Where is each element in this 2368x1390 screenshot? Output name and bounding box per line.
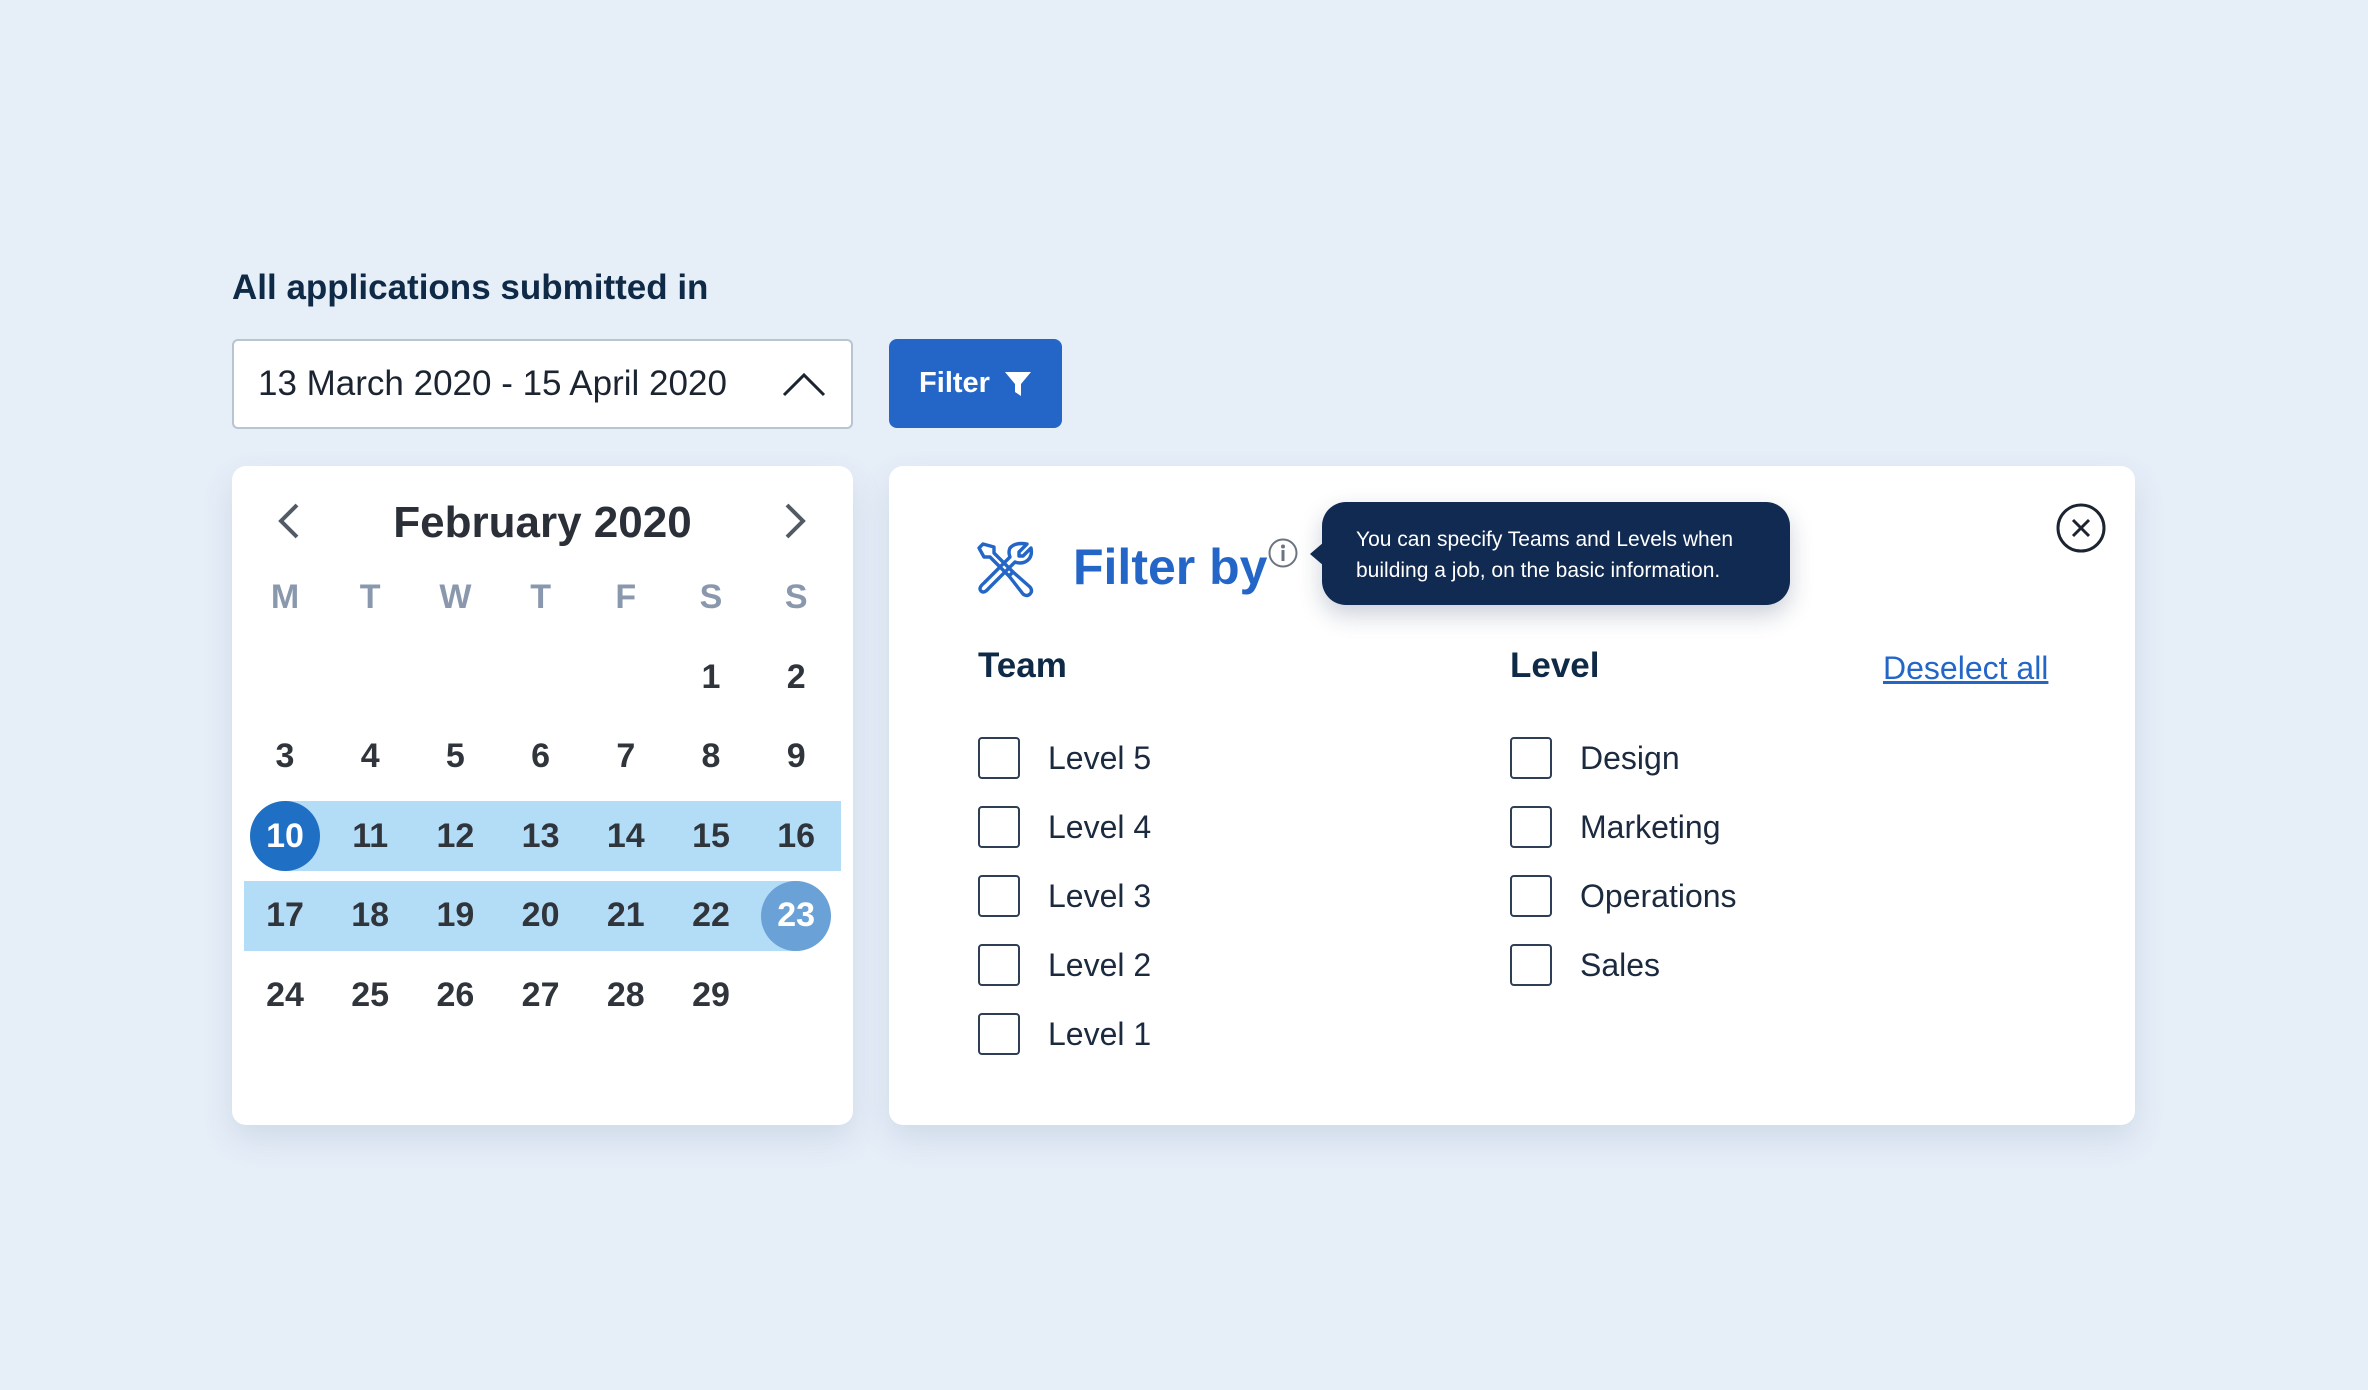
team-option[interactable]: Level 5 bbox=[978, 736, 1151, 780]
team-option-label: Level 4 bbox=[1048, 808, 1152, 845]
team-option[interactable]: Level 1 bbox=[978, 1012, 1151, 1056]
level-option[interactable]: Operations bbox=[1510, 874, 1737, 918]
calendar-day[interactable]: 7 bbox=[591, 722, 661, 792]
level-checkbox[interactable] bbox=[1510, 806, 1552, 848]
calendar-day[interactable]: 21 bbox=[591, 881, 661, 951]
chevron-up-icon bbox=[782, 372, 826, 397]
level-checkbox[interactable] bbox=[1510, 944, 1552, 986]
team-option-label: Level 2 bbox=[1048, 946, 1152, 983]
filter-panel-title: Filter by bbox=[1073, 539, 1268, 595]
weekday-header-row: MTWTFSS bbox=[232, 578, 853, 628]
filter-button[interactable]: Filter bbox=[889, 339, 1062, 428]
team-checkbox[interactable] bbox=[978, 806, 1020, 848]
calendar-day[interactable]: 22 bbox=[676, 881, 746, 951]
calendar-day[interactable]: 19 bbox=[420, 881, 490, 951]
level-column-title: Level bbox=[1510, 646, 1600, 685]
calendar-day[interactable]: 4 bbox=[335, 722, 405, 792]
calendar-day[interactable]: 9 bbox=[761, 722, 831, 792]
weekday-label: M bbox=[270, 578, 300, 616]
level-option[interactable]: Sales bbox=[1510, 943, 1660, 987]
calendar-day[interactable]: 5 bbox=[420, 722, 490, 792]
calendar-day[interactable]: 6 bbox=[506, 722, 576, 792]
team-option[interactable]: Level 3 bbox=[978, 874, 1151, 918]
calendar-day[interactable]: 11 bbox=[335, 801, 405, 871]
calendar-day[interactable]: 12 bbox=[420, 801, 490, 871]
info-icon[interactable] bbox=[1267, 537, 1299, 569]
calendar-day[interactable]: 29 bbox=[676, 960, 746, 1030]
weekday-label: T bbox=[530, 578, 551, 616]
filter-panel: Filter by You can specify Teams and Leve… bbox=[889, 466, 2135, 1125]
close-circle-icon bbox=[2056, 503, 2106, 553]
chevron-right-icon bbox=[785, 503, 806, 539]
level-option-label: Marketing bbox=[1580, 808, 1721, 845]
team-option-label: Level 3 bbox=[1048, 877, 1152, 914]
level-checkbox[interactable] bbox=[1510, 875, 1552, 917]
team-column-title: Team bbox=[978, 646, 1067, 685]
date-range-value: 13 March 2020 - 15 April 2020 bbox=[258, 364, 727, 403]
info-tooltip: You can specify Teams and Levels when bu… bbox=[1310, 502, 1790, 605]
team-option[interactable]: Level 4 bbox=[978, 805, 1151, 849]
weekday-label: S bbox=[699, 578, 723, 616]
calendar-day[interactable]: 1 bbox=[676, 642, 746, 712]
calendar-day[interactable]: 3 bbox=[250, 722, 320, 792]
calendar-day[interactable]: 13 bbox=[506, 801, 576, 871]
deselect-all-link[interactable]: Deselect all bbox=[1883, 650, 2048, 687]
calendar-day[interactable]: 26 bbox=[420, 960, 490, 1030]
calendar-day[interactable]: 20 bbox=[506, 881, 576, 951]
team-option-label: Level 5 bbox=[1048, 739, 1152, 776]
close-panel-button[interactable] bbox=[2055, 502, 2107, 554]
calendar-day[interactable]: 25 bbox=[335, 960, 405, 1030]
date-range-dropdown[interactable]: 13 March 2020 - 15 April 2020 bbox=[232, 339, 853, 429]
weekday-label: T bbox=[359, 578, 381, 616]
range-end-day[interactable]: 23 bbox=[761, 880, 832, 951]
calendar-day[interactable]: 8 bbox=[676, 722, 746, 792]
team-option-label: Level 1 bbox=[1048, 1015, 1152, 1052]
calendar-day[interactable]: 28 bbox=[591, 960, 661, 1030]
calendar-month-title: February 2020 bbox=[393, 498, 692, 547]
calendar-day[interactable]: 14 bbox=[591, 801, 661, 871]
level-option[interactable]: Marketing bbox=[1510, 805, 1721, 849]
team-option[interactable]: Level 2 bbox=[978, 943, 1151, 987]
level-checkbox[interactable] bbox=[1510, 737, 1552, 779]
team-checkbox[interactable] bbox=[978, 737, 1020, 779]
calendar-day[interactable]: 27 bbox=[506, 960, 576, 1030]
level-option-label: Design bbox=[1580, 739, 1680, 776]
page: All applications submitted in 13 March 2… bbox=[0, 0, 2368, 1390]
team-checkbox[interactable] bbox=[978, 944, 1020, 986]
next-month-button[interactable] bbox=[775, 496, 815, 546]
calendar-day[interactable]: 16 bbox=[761, 801, 831, 871]
level-option-label: Sales bbox=[1580, 946, 1661, 983]
tools-icon bbox=[977, 541, 1034, 598]
filter-button-label: Filter bbox=[919, 367, 990, 399]
funnel-icon bbox=[1004, 371, 1031, 396]
weekday-label: F bbox=[615, 578, 637, 616]
weekday-label: W bbox=[439, 578, 472, 616]
team-checkbox[interactable] bbox=[978, 1013, 1020, 1055]
calendar-day[interactable]: 2 bbox=[761, 642, 831, 712]
calendar-day[interactable]: 17 bbox=[250, 881, 320, 951]
calendar-day[interactable]: 15 bbox=[676, 801, 746, 871]
level-option[interactable]: Design bbox=[1510, 736, 1680, 780]
level-option-label: Operations bbox=[1580, 877, 1737, 914]
team-checkbox[interactable] bbox=[978, 875, 1020, 917]
range-start-day[interactable]: 10 bbox=[250, 801, 320, 871]
calendar-day[interactable]: 18 bbox=[335, 881, 405, 951]
calendar-day[interactable]: 24 bbox=[250, 960, 320, 1030]
section-heading: All applications submitted in bbox=[232, 268, 709, 307]
weekday-label: S bbox=[784, 578, 808, 616]
calendar-popover: February 2020 MTWTFSS 1 2 3 4 5 6 7 8 9 10 11 12 13 1… bbox=[232, 466, 853, 1125]
